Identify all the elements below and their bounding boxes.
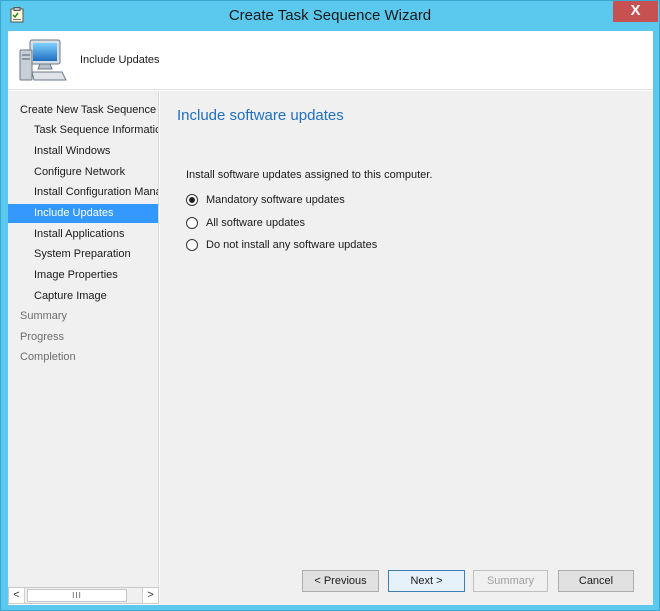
window-title: Create Task Sequence Wizard — [228, 7, 432, 24]
option-no-updates[interactable]: Do not install any software updates — [186, 237, 377, 253]
nav-step-system-preparation[interactable]: System Preparation — [8, 245, 158, 264]
nav-step-create-new-task-sequence[interactable]: Create New Task Sequence — [8, 101, 158, 120]
nav-step-capture-image[interactable]: Capture Image — [8, 287, 158, 306]
nav-step-install-applications[interactable]: Install Applications — [8, 225, 158, 244]
nav-horizontal-scrollbar[interactable]: < III > — [8, 587, 159, 604]
close-button[interactable]: X — [613, 1, 658, 22]
previous-button[interactable]: < Previous — [302, 570, 379, 592]
radio-button[interactable] — [186, 217, 198, 229]
nav-step-include-updates[interactable]: Include Updates — [8, 204, 158, 223]
radio-button[interactable] — [186, 239, 198, 251]
scroll-left-arrow-icon[interactable]: < — [9, 588, 25, 603]
computer-icon — [19, 39, 67, 81]
wizard-header: Include Updates — [8, 31, 653, 90]
scroll-thumb[interactable]: III — [27, 589, 127, 602]
option-mandatory-updates[interactable]: Mandatory software updates — [186, 192, 345, 208]
summary-button: Summary — [473, 570, 548, 592]
wizard-window: Create Task Sequence Wizard X Include Up… — [0, 0, 660, 611]
scroll-right-arrow-icon[interactable]: > — [142, 588, 158, 603]
next-button[interactable]: Next > — [388, 570, 465, 592]
nav-step-install-configuration-manager[interactable]: Install Configuration Manager — [8, 183, 158, 202]
option-label[interactable]: Mandatory software updates — [206, 194, 345, 206]
nav-step-progress: Progress — [20, 331, 65, 343]
nav-step-configure-network[interactable]: Configure Network — [8, 163, 158, 182]
wizard-steps-nav: Create New Task Sequence Task Sequence I… — [8, 91, 159, 587]
nav-step-task-sequence-information[interactable]: Task Sequence Information — [8, 121, 158, 140]
nav-step-install-windows[interactable]: Install Windows — [8, 142, 158, 161]
page-heading: Include software updates — [177, 107, 344, 124]
option-label[interactable]: All software updates — [206, 217, 305, 229]
header-title: Include Updates — [80, 54, 160, 66]
cancel-button[interactable]: Cancel — [558, 570, 634, 592]
nav-step-image-properties[interactable]: Image Properties — [8, 266, 158, 285]
nav-step-completion: Completion — [20, 351, 76, 363]
instruction-text: Install software updates assigned to thi… — [186, 169, 433, 181]
title-bar: Create Task Sequence Wizard X — [1, 1, 659, 31]
wizard-page-content: Include software updates Install softwar… — [160, 91, 653, 605]
wizard-client-area: Include Updates Create New Task Sequence… — [8, 31, 653, 605]
radio-button-checked[interactable] — [186, 194, 198, 206]
nav-step-summary: Summary — [20, 310, 68, 322]
option-label[interactable]: Do not install any software updates — [206, 239, 377, 251]
option-all-updates[interactable]: All software updates — [186, 215, 305, 231]
